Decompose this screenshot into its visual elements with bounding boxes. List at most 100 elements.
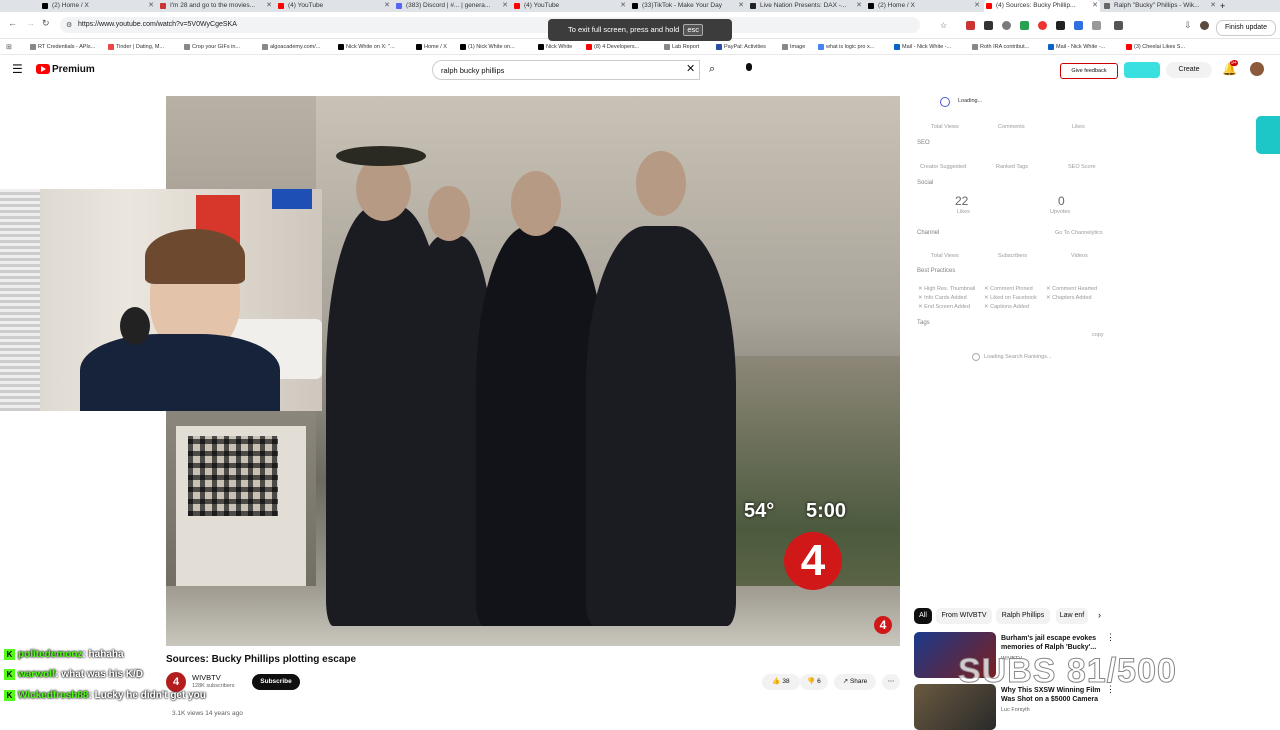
bookmark[interactable]: algoacademy.com/... (262, 40, 320, 54)
bookmark[interactable]: RT Credentials - APIs... (30, 40, 95, 54)
microphone-icon[interactable] (744, 62, 754, 76)
forward-icon[interactable]: → (26, 18, 35, 28)
window-blinds (0, 189, 40, 411)
extension-icon[interactable] (1020, 21, 1029, 30)
search-input[interactable]: ralph bucky phillips (432, 60, 700, 80)
extension-icon[interactable] (1002, 21, 1011, 30)
webcam-overlay (0, 189, 322, 411)
bookmark[interactable]: (3) Cheelai Likes S... (1126, 40, 1185, 54)
extension-icon[interactable] (1038, 21, 1047, 30)
bookmark[interactable]: Crop your GIFs in... (184, 40, 240, 54)
loading-label: Loading... (958, 98, 983, 104)
bookmark[interactable]: Roth IRA contribut... (972, 40, 1029, 54)
like-button[interactable]: 👍 38 (762, 674, 800, 690)
extension-icon[interactable] (1074, 21, 1083, 30)
more-actions-icon[interactable]: ⋯ (882, 674, 900, 690)
channel-name[interactable]: WIVBTV (192, 673, 221, 682)
subscribe-button[interactable]: Subscribe (252, 674, 300, 690)
extension-side-tab[interactable] (1256, 116, 1280, 154)
browser-tab[interactable]: (4) YouTube ✕ (512, 0, 628, 12)
youtube-icon (278, 3, 284, 9)
bookmark[interactable]: Nick White on X: "... (338, 40, 395, 54)
youtube-logo-icon[interactable] (36, 64, 50, 74)
bookmark[interactable]: Lab Report (664, 40, 699, 54)
bookmark[interactable]: (1) Nick White on... (460, 40, 515, 54)
close-tab-icon[interactable]: ✕ (974, 0, 980, 12)
subscribers-label: Subscribers (998, 253, 1028, 259)
bookmark[interactable]: Home / X (416, 40, 447, 54)
new-tab-button[interactable]: + (1220, 0, 1225, 12)
close-tab-icon[interactable]: ✕ (384, 0, 390, 12)
x-icon (42, 3, 48, 9)
browser-tab[interactable]: (4) YouTube ✕ (276, 0, 392, 12)
site-info-icon[interactable]: ⚙ (66, 21, 72, 29)
browser-tab-active[interactable]: (4) Sources: Bucky Phillip... ✕ (984, 0, 1100, 12)
close-tab-icon[interactable]: ✕ (1210, 0, 1216, 12)
browser-tab[interactable]: (2) Home / X ✕ (866, 0, 982, 12)
chip-all[interactable]: All (914, 608, 932, 624)
browser-tab[interactable]: Live Nation Presents: DAX -... ✕ (748, 0, 864, 12)
dislike-button[interactable]: 👎 6 (800, 674, 828, 690)
close-tab-icon[interactable]: ✕ (856, 0, 862, 12)
chip-from-wivbtv[interactable]: From WIVBTV (936, 608, 992, 624)
url-field[interactable]: https://www.youtube.com/watch?v=5V0WyCge… (60, 17, 920, 33)
close-tab-icon[interactable]: ✕ (502, 0, 508, 12)
browser-tab[interactable]: (383) Discord | #... | genera... ✕ (394, 0, 510, 12)
give-feedback-button[interactable]: Give feedback (1060, 63, 1118, 79)
close-tab-icon[interactable]: ✕ (738, 0, 744, 12)
close-tab-icon[interactable]: ✕ (620, 0, 626, 12)
menu-icon[interactable]: ☰ (12, 63, 23, 75)
x-icon (416, 44, 422, 50)
back-icon[interactable]: ← (8, 18, 17, 28)
bookmark[interactable]: Nick White (538, 40, 572, 54)
bookmark[interactable]: PayPal: Activities (716, 40, 766, 54)
browser-tab[interactable]: (33)TikTok - Make Your Day ✕ (630, 0, 746, 12)
recommendation-title[interactable]: Burham's jail escape evokes memories of … (1001, 634, 1101, 652)
close-tab-icon[interactable]: ✕ (148, 0, 154, 12)
share-button[interactable]: ↗ Share (834, 674, 876, 690)
more-options-icon[interactable]: ⋮ (1106, 632, 1115, 643)
video-figure-hat (336, 146, 426, 166)
go-to-channelytics-link[interactable]: Go To Channelytics (1055, 230, 1103, 236)
discord-icon (396, 3, 402, 9)
create-button[interactable]: Create (1166, 62, 1212, 78)
bookmark[interactable]: Mail - Nick White -... (1048, 40, 1105, 54)
browser-tab[interactable]: I'm 28 and go to the movies... ✕ (158, 0, 274, 12)
youtube-premium-logo[interactable]: Premium (52, 64, 95, 76)
bookmark[interactable]: (8) 4 Developers... (586, 40, 639, 54)
best-practice-item: ✕ Chapters Added (1046, 295, 1092, 301)
video-overlay-temperature: 54° (744, 500, 775, 522)
video-scene-grate (188, 436, 278, 516)
extension-toolbar-button[interactable] (1124, 62, 1160, 78)
reload-icon[interactable]: ↻ (42, 18, 50, 29)
chips-next-icon[interactable]: › (1098, 610, 1101, 620)
finish-update-button[interactable]: Finish update (1216, 20, 1276, 36)
sidebar-icon[interactable] (1114, 21, 1123, 30)
bookmark[interactable]: Tinder | Dating, M... (108, 40, 164, 54)
close-tab-icon[interactable]: ✕ (266, 0, 272, 12)
recommendation-channel[interactable]: Luc Forsyth (1001, 707, 1030, 713)
browser-tab[interactable]: (2) Home / X ✕ (40, 0, 156, 12)
chip-law-enforcement[interactable]: Law enf (1056, 608, 1088, 624)
downloads-icon[interactable]: ⇩ (1184, 20, 1192, 31)
browser-tab[interactable]: Ralph "Bucky" Phillips - Wik... ✕ (1102, 0, 1218, 12)
extension-icon[interactable] (1056, 21, 1065, 30)
site-icon (160, 3, 166, 9)
copy-tags-button[interactable]: copy (1092, 332, 1104, 338)
bookmark-star-icon[interactable]: ☆ (940, 21, 947, 30)
clear-search-icon[interactable]: ✕ (686, 63, 695, 75)
extension-icon[interactable] (966, 21, 975, 30)
search-icon[interactable]: ⌕ (709, 63, 715, 75)
extension-icon[interactable] (984, 21, 993, 30)
close-tab-icon[interactable]: ✕ (1092, 0, 1098, 12)
profile-avatar[interactable] (1200, 21, 1209, 30)
bookmark[interactable]: Image (782, 40, 805, 54)
bookmark[interactable]: Mail - Nick White -... (894, 40, 951, 54)
youtube-icon (514, 3, 520, 9)
account-avatar[interactable] (1250, 62, 1264, 76)
extensions-puzzle-icon[interactable] (1092, 21, 1101, 30)
apps-grid-icon[interactable]: ⊞ (6, 43, 12, 51)
chip-ralph-phillips[interactable]: Ralph Phillips (996, 608, 1050, 624)
bookmark[interactable]: what is logic pro x... (818, 40, 874, 54)
bookmark-icon (262, 44, 268, 50)
